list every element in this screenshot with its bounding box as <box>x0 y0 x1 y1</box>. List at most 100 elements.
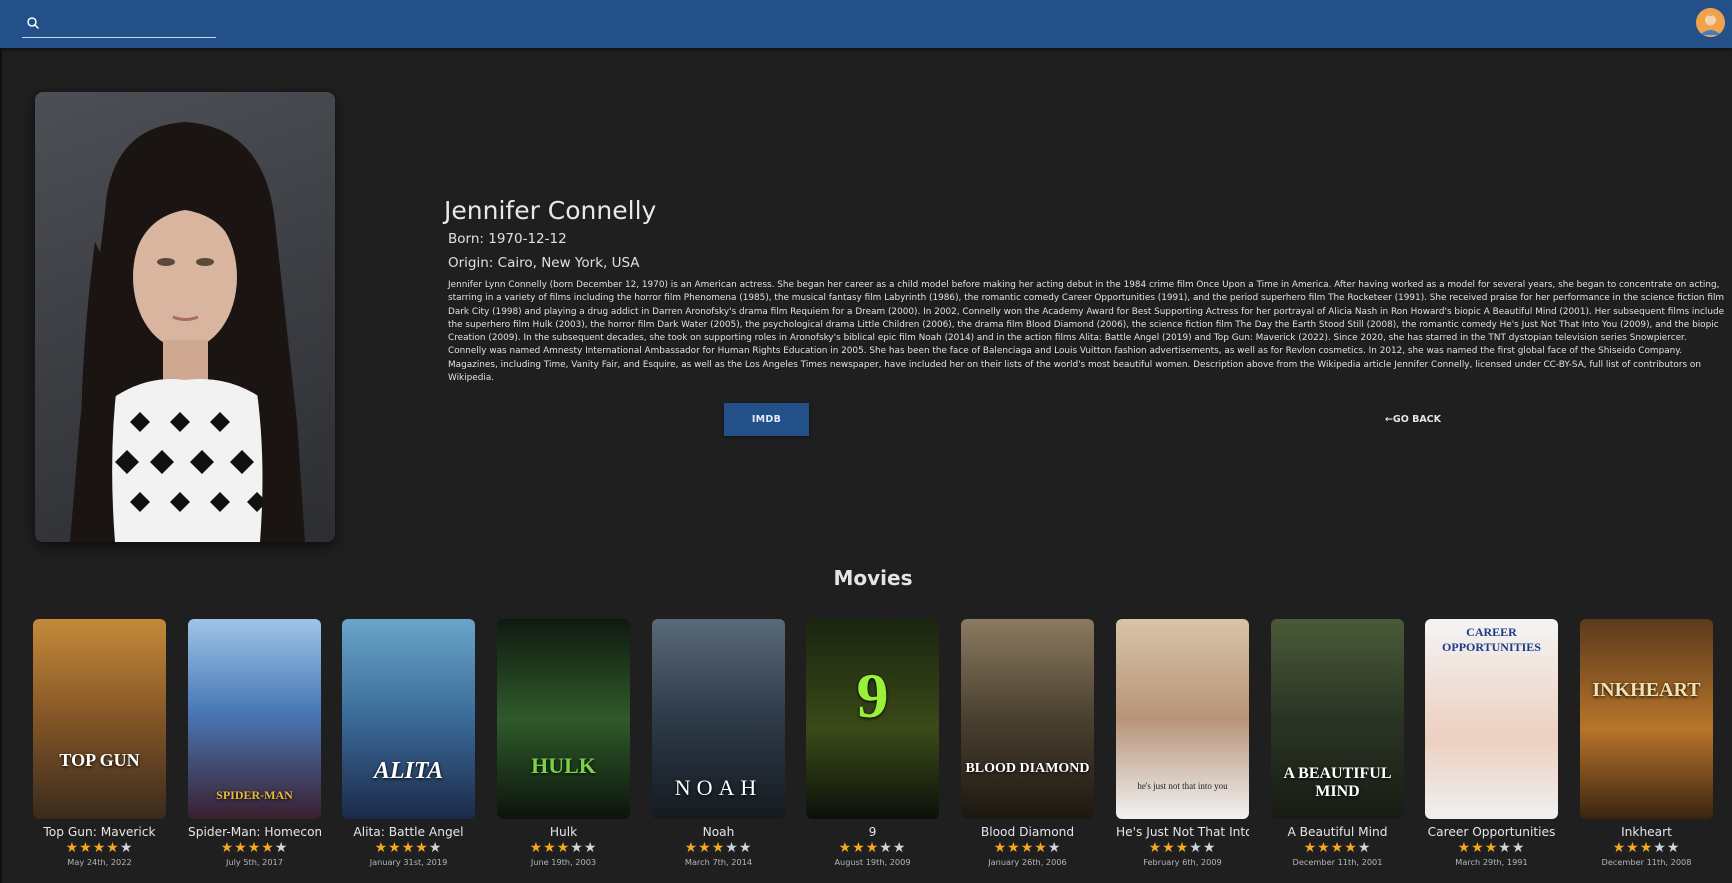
star-icon: ★ <box>428 840 443 856</box>
star-icon: ★ <box>852 840 866 856</box>
movies-heading: Movies <box>833 566 913 590</box>
movie-card[interactable]: he's just not that into you He's Just Not… <box>1116 619 1249 867</box>
star-icon: ★ <box>993 840 1008 856</box>
movie-title[interactable]: A Beautiful Mind <box>1271 825 1404 839</box>
go-back-button[interactable]: ←GO BACK <box>1370 403 1456 436</box>
movie-poster-text: NOAH <box>674 775 763 800</box>
movie-poster-text: SPIDER-MAN <box>216 788 293 802</box>
imdb-button[interactable]: IMDB <box>724 403 809 436</box>
star-icon: ★ <box>401 840 416 856</box>
actor-photo <box>35 92 335 542</box>
star-icon: ★ <box>261 840 275 856</box>
movie-poster[interactable]: 9 <box>806 619 939 819</box>
movie-poster[interactable]: SPIDER-MAN <box>188 619 321 819</box>
movie-release-date: June 19th, 2003 <box>530 857 597 867</box>
movie-poster[interactable]: CAREER OPPORTUNITIES <box>1425 619 1558 819</box>
star-icon: ★ <box>1303 840 1318 856</box>
actor-birthdate: Born: 1970-12-12 <box>448 231 567 247</box>
movie-rating: ★★★★★ <box>652 840 785 856</box>
movie-title[interactable]: Noah <box>652 825 785 839</box>
star-icon: ★ <box>1612 840 1627 856</box>
star-icon: ★ <box>1666 840 1681 856</box>
movie-poster[interactable]: NOAH <box>652 619 785 819</box>
star-icon: ★ <box>1457 840 1472 856</box>
movie-release-date: February 6th, 2009 <box>1143 857 1222 867</box>
movie-card[interactable]: SPIDER-MANSpider-Man: Homecoming★★★★★Jul… <box>188 619 321 867</box>
movie-release-date: March 7th, 2014 <box>684 857 753 867</box>
movie-title[interactable]: Hulk <box>497 825 630 839</box>
star-icon: ★ <box>79 840 93 856</box>
movie-poster[interactable]: he's just not that into you <box>1116 619 1249 819</box>
star-icon: ★ <box>1202 840 1217 856</box>
movie-title[interactable]: He's Just Not That Into You <box>1116 825 1249 839</box>
movie-poster-text: BLOOD DIAMOND <box>965 761 1090 776</box>
movie-release-date: December 11th, 2008 <box>1601 857 1692 867</box>
movie-poster[interactable]: BLOOD DIAMOND <box>961 619 1094 819</box>
movie-release-date: May 24th, 2022 <box>67 857 132 867</box>
movie-card[interactable]: NOAH Noah ★★★★★ March 7th, 2014 <box>652 619 785 867</box>
star-icon: ★ <box>698 840 712 856</box>
star-icon: ★ <box>234 840 248 856</box>
movie-title[interactable]: Career Opportunities <box>1425 825 1558 839</box>
movie-poster[interactable]: HULK <box>497 619 630 819</box>
movie-poster-text: A BEAUTIFUL MIND <box>1283 765 1392 800</box>
star-icon: ★ <box>247 840 262 856</box>
movie-title[interactable]: Spider-Man: Homecoming <box>188 825 321 839</box>
movie-rating: ★★★★★ <box>188 840 321 856</box>
movie-card[interactable]: 9 9 ★★★★★ August 19th, 2009 <box>806 619 939 867</box>
movie-card[interactable]: ALITA Alita: Battle Angel ★★★★★ January 31s… <box>342 619 475 867</box>
movie-card[interactable]: A BEAUTIFUL MIND A Beautiful Mind ★★★★★ Dec… <box>1271 619 1404 867</box>
user-avatar-icon[interactable] <box>1696 8 1725 37</box>
movie-title[interactable]: Alita: Battle Angel <box>342 825 475 839</box>
search-box[interactable] <box>22 12 218 38</box>
star-icon: ★ <box>1471 840 1485 856</box>
star-icon: ★ <box>1148 840 1163 856</box>
star-icon: ★ <box>1653 840 1667 856</box>
star-icon: ★ <box>865 840 880 856</box>
star-icon: ★ <box>1498 840 1512 856</box>
star-icon: ★ <box>1175 840 1190 856</box>
movie-rating: ★★★★★ <box>1271 840 1404 856</box>
star-icon: ★ <box>415 840 429 856</box>
star-icon: ★ <box>1162 840 1176 856</box>
movie-poster[interactable]: TOP GUN <box>33 619 166 819</box>
star-icon: ★ <box>1189 840 1203 856</box>
movie-card[interactable]: BLOOD DIAMOND Blood Diamond ★★★★★ January 2… <box>961 619 1094 867</box>
movie-release-date: December 11th, 2001 <box>1292 857 1383 867</box>
movie-title[interactable]: Inkheart <box>1580 825 1713 839</box>
movie-rating: ★★★★★ <box>497 840 630 856</box>
movie-title[interactable]: 9 <box>806 825 939 839</box>
star-icon: ★ <box>1344 840 1358 856</box>
movie-card[interactable]: TOP GUN Top Gun: Maverick ★★★★★ May 24th, 2… <box>33 619 166 867</box>
movie-release-date: January 31st, 2019 <box>369 857 448 867</box>
star-icon: ★ <box>1034 840 1048 856</box>
movie-poster-text: HULK <box>531 753 596 778</box>
star-icon: ★ <box>1330 840 1345 856</box>
movie-poster[interactable]: A BEAUTIFUL MIND <box>1271 619 1404 819</box>
star-icon: ★ <box>529 840 544 856</box>
movie-card[interactable]: HULK Hulk ★★★★★ June 19th, 2003 <box>497 619 630 867</box>
movie-card[interactable]: INKHEART Inkheart ★★★★★ December 11th, 2008 <box>1580 619 1713 867</box>
star-icon: ★ <box>1511 840 1526 856</box>
star-icon: ★ <box>838 840 853 856</box>
movie-rating: ★★★★★ <box>33 840 166 856</box>
movie-card[interactable]: CAREER OPPORTUNITIES Career Opportunities… <box>1425 619 1558 867</box>
star-icon: ★ <box>1047 840 1062 856</box>
star-icon: ★ <box>556 840 571 856</box>
actor-biography: Jennifer Lynn Connelly (born December 12… <box>448 280 1725 384</box>
star-icon: ★ <box>1317 840 1331 856</box>
star-icon: ★ <box>583 840 598 856</box>
movie-release-date: January 26th, 2006 <box>988 857 1067 867</box>
star-icon: ★ <box>1484 840 1499 856</box>
search-input[interactable] <box>46 14 218 36</box>
search-icon[interactable] <box>26 16 40 30</box>
movie-poster[interactable]: INKHEART <box>1580 619 1713 819</box>
star-icon: ★ <box>92 840 107 856</box>
movie-poster[interactable]: ALITA <box>342 619 475 819</box>
star-icon: ★ <box>1357 840 1372 856</box>
movie-title[interactable]: Blood Diamond <box>961 825 1094 839</box>
movie-poster-text: 9 <box>856 660 889 731</box>
movie-title[interactable]: Top Gun: Maverick <box>33 825 166 839</box>
star-icon: ★ <box>1020 840 1035 856</box>
star-icon: ★ <box>1626 840 1640 856</box>
